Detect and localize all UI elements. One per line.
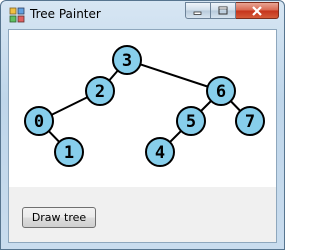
window-controls <box>185 2 279 20</box>
tree-node-7: 7 <box>235 106 265 136</box>
tree-node-label: 7 <box>245 112 255 132</box>
close-icon <box>252 5 262 16</box>
client-area: 32 6 0 5 7 1 4 Draw tree <box>8 29 277 243</box>
maximize-button[interactable] <box>211 2 236 19</box>
app-icon <box>9 7 25 23</box>
minimize-icon <box>193 11 202 15</box>
tree-node-0: 0 <box>24 106 54 136</box>
tree-node-1: 1 <box>54 137 84 167</box>
tree-node-label: 2 <box>95 82 105 102</box>
tree-node-4: 4 <box>145 137 175 167</box>
tree-node-label: 4 <box>155 143 165 163</box>
tree-node-2: 2 <box>85 76 115 106</box>
close-button[interactable] <box>236 2 279 19</box>
tree-node-5: 5 <box>176 106 206 136</box>
tree-canvas: 32 6 0 5 7 1 4 <box>9 30 276 187</box>
tree-node-label: 0 <box>34 112 44 132</box>
maximize-icon <box>218 6 228 14</box>
tree-node-6: 6 <box>206 76 236 106</box>
title-bar[interactable]: Tree Painter <box>1 1 284 29</box>
tree-node-label: 5 <box>186 112 196 132</box>
tree-node-3: 3 <box>112 45 142 75</box>
window-title: Tree Painter <box>30 7 101 21</box>
minimize-button[interactable] <box>185 2 211 19</box>
tree-node-label: 1 <box>64 143 74 163</box>
tree-node-label: 6 <box>216 82 226 102</box>
tree-node-label: 3 <box>122 51 132 71</box>
draw-tree-button[interactable]: Draw tree <box>22 207 96 228</box>
tree-diagram: 32 6 0 5 7 1 4 <box>24 45 265 167</box>
app-window: Tree Painter 32 6 0 5 7 1 4 Draw tree <box>0 0 285 250</box>
